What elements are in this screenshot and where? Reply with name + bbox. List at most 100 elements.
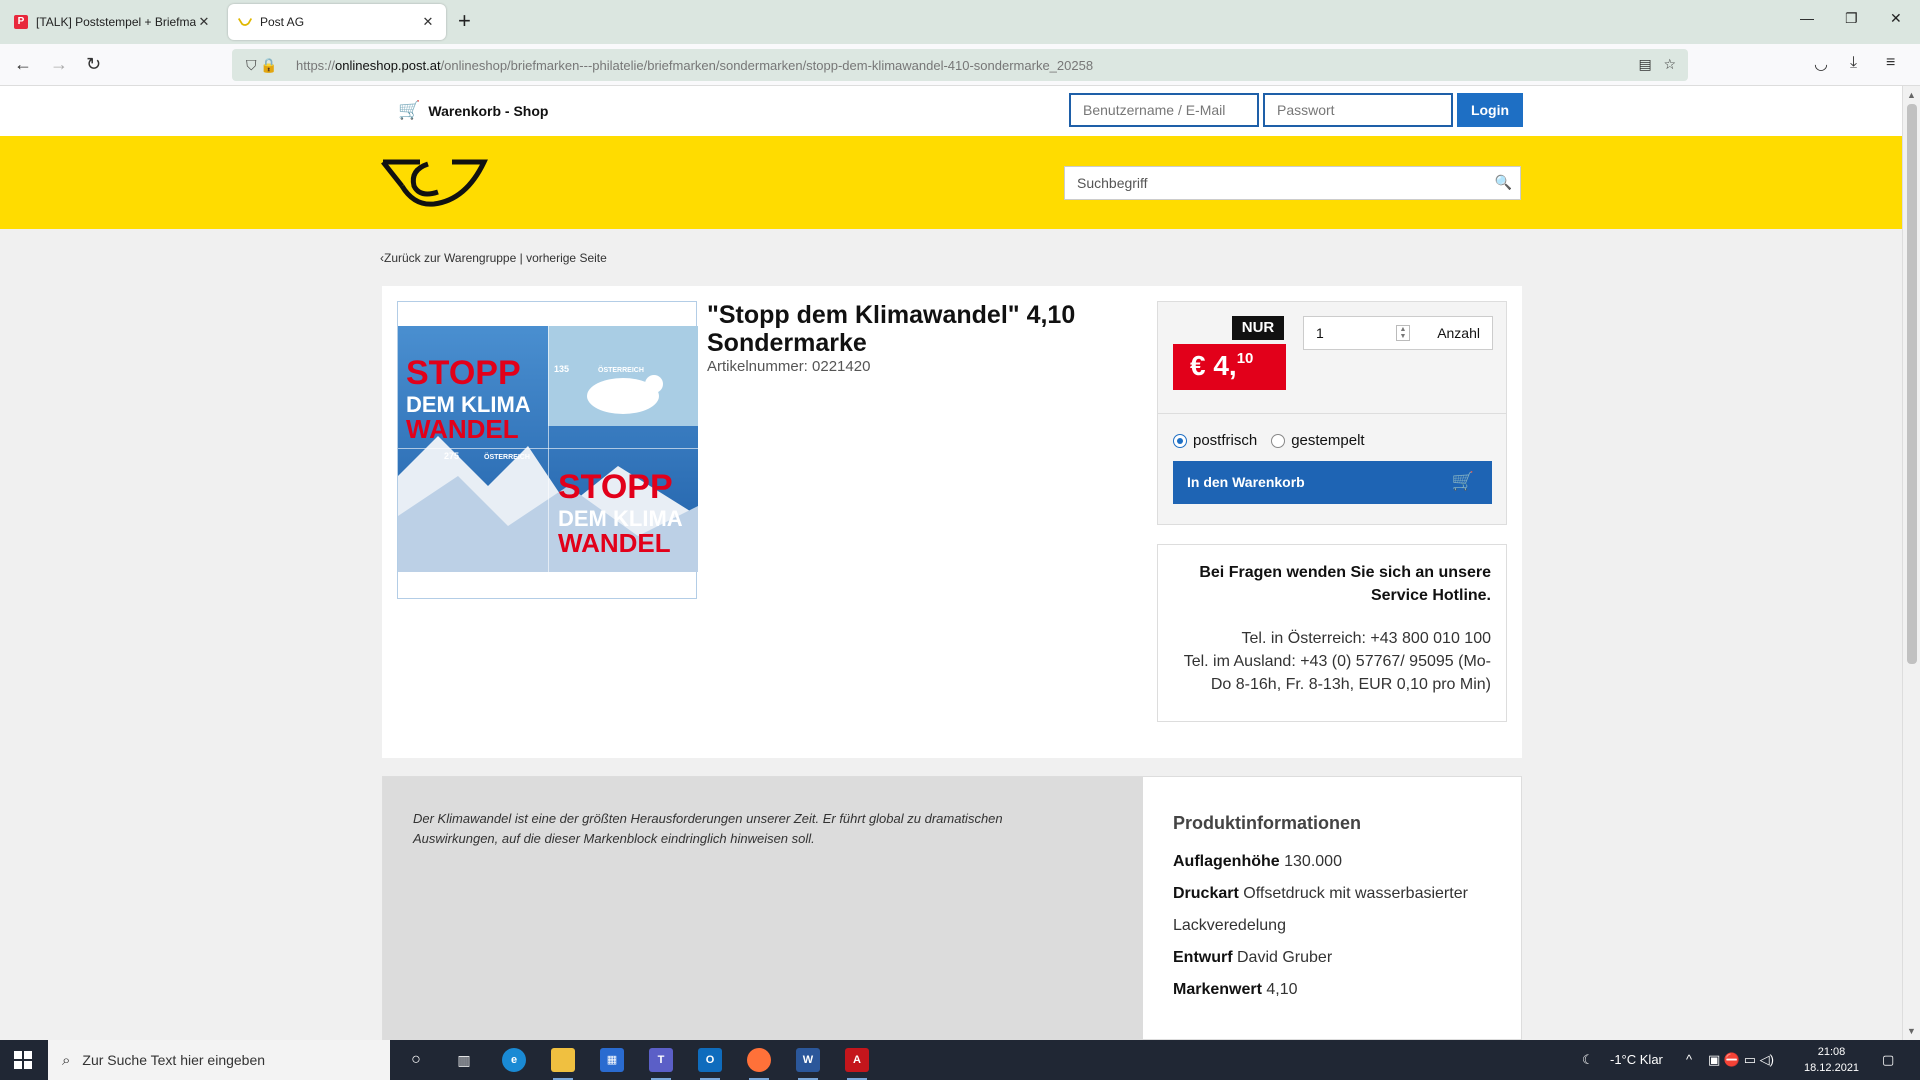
- stamp-value-1: 135: [554, 364, 569, 374]
- option-label-postfrisch[interactable]: postfrisch: [1193, 432, 1257, 449]
- tray-icons[interactable]: ▣ ⛔ ▭ ◁): [1708, 1052, 1774, 1068]
- outlook-icon[interactable]: O: [698, 1048, 722, 1080]
- edge-icon[interactable]: e: [502, 1048, 526, 1072]
- username-field[interactable]: Benutzername / E-Mail: [1069, 93, 1259, 127]
- price-prefix-badge: NUR: [1232, 316, 1284, 340]
- description-line-2: Auswirkungen, auf die dieser Markenblock…: [413, 831, 815, 846]
- stamp-headline-6: WANDEL: [558, 528, 671, 558]
- taskbar-search-placeholder: Zur Suche Text hier eingeben: [82, 1052, 266, 1068]
- web-page: 🛒 Warenkorb - Shop Benutzername / E-Mail…: [0, 86, 1902, 1040]
- previous-page-link[interactable]: vorherige Seite: [526, 251, 607, 265]
- firefox-icon[interactable]: [747, 1048, 771, 1080]
- breadcrumb: ‹Zurück zur Warengruppe | vorherige Seit…: [380, 251, 607, 265]
- product-info-heading: Produktinformationen: [1173, 813, 1361, 833]
- clock-time: 21:08: [1817, 1046, 1846, 1058]
- weather-text[interactable]: -1°C Klar: [1610, 1052, 1663, 1067]
- teams-icon[interactable]: T: [649, 1048, 673, 1080]
- acrobat-icon[interactable]: A: [845, 1048, 869, 1080]
- stamp-country-1: ÖSTERREICH: [598, 365, 644, 374]
- spinner-icon[interactable]: ▲ ▼: [1396, 325, 1410, 341]
- info-row: Entwurf David Gruber: [1173, 942, 1503, 974]
- store-icon[interactable]: ▦: [600, 1048, 624, 1072]
- info-value: 130.000: [1284, 853, 1342, 870]
- product-info: Produktinformationen Auflagenhöhe 130.00…: [1173, 813, 1503, 1006]
- shield-lock-icon: ⛉ 🔒: [246, 56, 278, 73]
- search-icon: ⌕: [62, 1051, 71, 1069]
- product-title: "Stopp dem Klimawandel" 4,10 Sondermarke: [707, 301, 1076, 357]
- browser-nav-bar: ← → ↻ ⛉ 🔒 https:// onlineshop.post.at /o…: [0, 44, 1920, 86]
- option-label-gestempelt[interactable]: gestempelt: [1291, 432, 1364, 449]
- windows-taskbar: ⌕ Zur Suche Text hier eingeben ○ ▥ e ▦ T…: [0, 1040, 1920, 1080]
- stamp-value-2: 275: [444, 451, 459, 461]
- info-value: 4,10: [1266, 981, 1298, 998]
- shopping-cart-icon: 🛒: [398, 100, 421, 120]
- tab-post-ag[interactable]: Post AG ✕: [228, 4, 446, 40]
- product-image[interactable]: STOPP DEM KLIMA WANDEL STOPP DEM KLIMA W…: [397, 301, 698, 599]
- tab-label: Post AG: [260, 15, 305, 29]
- chevron-up-icon[interactable]: ^: [1686, 1052, 1692, 1067]
- price-cents: 10: [1236, 350, 1254, 367]
- minimize-icon[interactable]: —: [1800, 10, 1814, 26]
- price-main: 4,: [1213, 350, 1237, 381]
- info-key: Entwurf: [1173, 949, 1233, 966]
- file-explorer-icon[interactable]: [551, 1048, 575, 1080]
- menu-icon[interactable]: ≡: [1886, 54, 1895, 72]
- reload-icon[interactable]: ↻: [86, 54, 101, 74]
- scrollbar-thumb[interactable]: [1907, 104, 1917, 664]
- tab-talk[interactable]: P [TALK] Poststempel + Briefmar ✕: [4, 4, 222, 40]
- radio-gestempelt[interactable]: [1271, 433, 1286, 448]
- back-to-group-link[interactable]: Zurück zur Warengruppe: [384, 251, 516, 265]
- page-scrollbar[interactable]: ▲ ▼: [1902, 86, 1920, 1040]
- cart-label: Warenkorb - Shop: [428, 102, 549, 119]
- cortana-icon[interactable]: ○: [404, 1048, 428, 1072]
- notification-icon[interactable]: ▢: [1882, 1052, 1894, 1068]
- clock[interactable]: 21:08 18.12.2021: [1804, 1044, 1859, 1076]
- close-window-icon[interactable]: ✕: [1890, 10, 1902, 27]
- reader-bookmark-icons[interactable]: ▤ ☆: [1639, 56, 1676, 73]
- info-key: Auflagenhöhe: [1173, 853, 1280, 870]
- task-view-icon[interactable]: ▥: [452, 1048, 476, 1072]
- clock-date: 18.12.2021: [1804, 1062, 1860, 1074]
- back-arrow-icon[interactable]: ←: [14, 54, 32, 74]
- hotline-line-3: Do 8-16h, Fr. 8-13h, EUR 0,10 pro Min): [1210, 676, 1491, 693]
- login-button[interactable]: Login: [1457, 93, 1523, 127]
- forward-arrow-icon[interactable]: →: [50, 54, 68, 74]
- url-path: /onlineshop/briefmarken---philatelie/bri…: [440, 57, 1094, 73]
- stamp-headline-1: STOPP: [406, 354, 521, 392]
- info-value: Lackveredelung: [1173, 917, 1286, 934]
- pocket-icon[interactable]: ◡: [1814, 54, 1828, 74]
- post-horn-logo[interactable]: [380, 156, 488, 212]
- quantity-stepper[interactable]: 1 ▲ ▼ Anzahl: [1303, 316, 1493, 350]
- info-key: Markenwert: [1173, 981, 1262, 998]
- add-to-cart-button[interactable]: In den Warenkorb 🛒: [1173, 461, 1492, 504]
- scroll-up-icon[interactable]: ▲: [1907, 90, 1916, 100]
- taskbar-search-input[interactable]: ⌕ Zur Suche Text hier eingeben: [48, 1040, 390, 1080]
- post-favicon-icon: [238, 18, 252, 26]
- price-area: NUR € 4,10 1 ▲ ▼ Anzahl: [1158, 302, 1506, 414]
- info-row: Markenwert 4,10: [1173, 974, 1503, 1006]
- cart-link[interactable]: 🛒 Warenkorb - Shop: [398, 100, 548, 121]
- radio-postfrisch[interactable]: [1173, 433, 1187, 448]
- download-icon[interactable]: ⤓: [1850, 54, 1857, 72]
- address-bar[interactable]: ⛉ 🔒 https:// onlineshop.post.at /onlines…: [232, 49, 1688, 81]
- close-icon[interactable]: ✕: [196, 14, 212, 30]
- details-panel: Der Klimawandel ist eine der größten Her…: [382, 776, 1522, 1040]
- close-icon[interactable]: ✕: [420, 14, 436, 30]
- brand-header: Suchbegriff 🔍: [0, 136, 1902, 229]
- scroll-down-icon[interactable]: ▼: [1907, 1026, 1916, 1036]
- tab-label: [TALK] Poststempel + Briefmar: [36, 15, 196, 29]
- windows-start-icon[interactable]: [14, 1051, 32, 1069]
- restore-icon[interactable]: ❐: [1845, 10, 1858, 27]
- price-tag: € 4,10: [1173, 344, 1286, 390]
- stamp-image: STOPP DEM KLIMA WANDEL STOPP DEM KLIMA W…: [398, 326, 698, 572]
- search-input[interactable]: Suchbegriff 🔍: [1064, 166, 1521, 200]
- info-value: David Gruber: [1237, 949, 1333, 966]
- word-icon[interactable]: W: [796, 1048, 820, 1080]
- password-field[interactable]: Passwort: [1263, 93, 1453, 127]
- info-row: Auflagenhöhe 130.000: [1173, 846, 1503, 878]
- search-icon[interactable]: 🔍: [1495, 174, 1512, 191]
- condition-options: postfrisch gestempelt: [1173, 432, 1365, 449]
- product-panel: STOPP DEM KLIMA WANDEL STOPP DEM KLIMA W…: [382, 286, 1522, 758]
- new-tab-button[interactable]: +: [458, 10, 471, 32]
- info-row: Druckart Offsetdruck mit wasserbasierter: [1173, 878, 1503, 910]
